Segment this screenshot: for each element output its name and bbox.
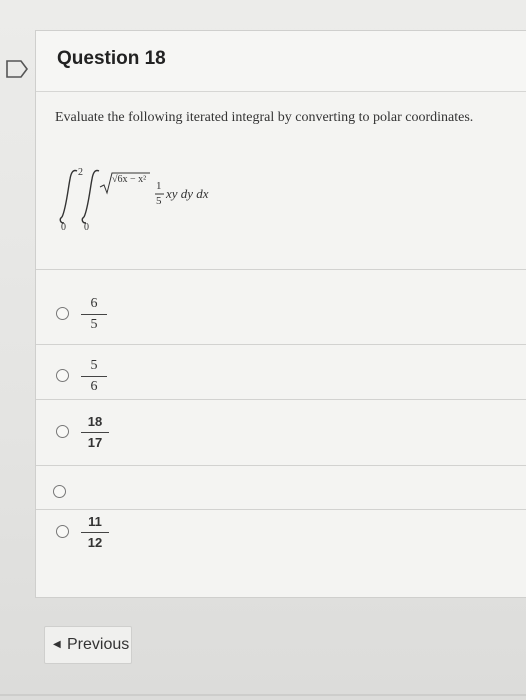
integrand: xy dy dx [166,186,209,201]
option-divider [36,465,526,466]
left-arrow-icon: ◀ [53,639,61,650]
option-fraction: 18 17 [81,413,109,452]
option-fraction: 65 [81,295,107,334]
flag-icon[interactable] [4,58,30,80]
radio-button[interactable] [53,485,66,498]
inner-lower-limit: 0 [84,222,89,233]
option-divider [36,399,526,400]
option-divider [36,509,526,510]
bottom-divider [0,694,526,696]
question-header: Question 18 [36,31,526,92]
page-background: Question 18 Evaluate the following itera… [0,0,526,700]
previous-button[interactable]: ◀ Previous [44,626,132,664]
question-card: Question 18 Evaluate the following itera… [35,30,526,598]
question-prompt: Evaluate the following iterated integral… [55,110,474,125]
prompt-divider [36,269,526,270]
option-divider [36,344,526,345]
option-fraction: 56 [81,357,107,396]
outer-lower-limit: 0 [61,222,66,233]
coefficient-numerator: 1 [156,180,162,192]
radio-button[interactable] [56,425,69,438]
radio-button[interactable] [56,525,69,538]
coefficient-denominator: 5 [156,195,162,207]
radio-button[interactable] [56,369,69,382]
integral-expression: 2 0 √6x − x² 0 1 5 xy dy dx [54,159,274,233]
outer-upper-limit: 2 [78,167,83,178]
question-title: Question 18 [57,48,166,69]
previous-label: Previous [67,636,130,653]
option-fraction: 11 12 [81,513,109,552]
radio-button[interactable] [56,307,69,320]
inner-upper-limit: √6x − x² [112,174,147,185]
